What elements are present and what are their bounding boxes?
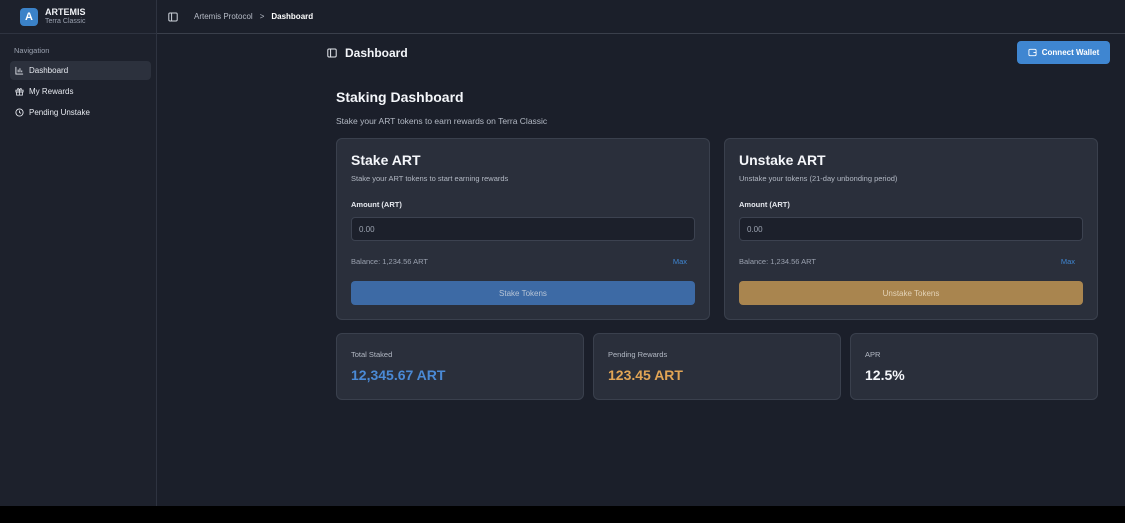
stat-label: Total Staked: [351, 350, 393, 359]
unstake-amount-input[interactable]: [739, 217, 1083, 241]
stat-card-pending-rewards: Pending Rewards 123.45 ART: [593, 333, 841, 400]
stat-value: 12.5%: [865, 367, 905, 383]
page-header: Dashboard: [327, 41, 1110, 65]
sidebar-item-pending-unstake[interactable]: Pending Unstake: [10, 103, 151, 122]
staking-intro: Staking Dashboard Stake your ART tokens …: [336, 89, 1098, 126]
stat-label: Pending Rewards: [608, 350, 668, 359]
clock-icon: [15, 108, 24, 117]
sidebar-item-dashboard[interactable]: Dashboard: [10, 61, 151, 80]
sidebar-item-label: Dashboard: [29, 66, 69, 75]
connect-wallet-button[interactable]: Connect Wallet: [1017, 41, 1110, 64]
app-window: A ARTEMIS Terra Classic Navigation Dashb…: [0, 0, 1125, 506]
content: Dashboard Connect Wallet Staking Dashboa…: [157, 34, 1125, 506]
gift-icon: [15, 87, 24, 96]
stake-max-button[interactable]: Max: [673, 257, 687, 266]
panel-icon: [327, 48, 337, 58]
unstake-max-button[interactable]: Max: [1061, 257, 1075, 266]
stake-amount-label: Amount (ART): [351, 200, 402, 209]
sidebar-item-label: My Rewards: [29, 87, 74, 96]
stake-balance: Balance: 1,234.56 ART: [351, 257, 428, 266]
stake-amount-input[interactable]: [351, 217, 695, 241]
stat-card-total-staked: Total Staked 12,345.67 ART: [336, 333, 584, 400]
unstake-balance: Balance: 1,234.56 ART: [739, 257, 816, 266]
unstake-tokens-button[interactable]: Unstake Tokens: [739, 281, 1083, 305]
breadcrumb-root[interactable]: Artemis Protocol: [194, 12, 253, 21]
bar-chart-icon: [15, 66, 24, 75]
breadcrumb-current: Dashboard: [271, 12, 314, 21]
section-subtitle: Stake your ART tokens to earn rewards on…: [336, 116, 548, 126]
brand-title: ARTEMIS: [45, 7, 86, 17]
sidebar: A ARTEMIS Terra Classic Navigation Dashb…: [0, 0, 157, 506]
stat-label: APR: [865, 350, 881, 359]
section-title: Staking Dashboard: [336, 89, 464, 105]
unstake-card: Unstake ART Unstake your tokens (21-day …: [724, 138, 1098, 320]
topbar: Artemis Protocol > Dashboard: [157, 0, 1125, 34]
sidebar-item-label: Pending Unstake: [29, 108, 90, 117]
brand[interactable]: A ARTEMIS Terra Classic: [0, 0, 156, 34]
stat-value: 12,345.67 ART: [351, 367, 446, 383]
stake-card-title: Stake ART: [351, 152, 421, 168]
main-area: Artemis Protocol > Dashboard Dashboard C…: [157, 0, 1125, 506]
stat-card-apr: APR 12.5%: [850, 333, 1098, 400]
brand-logo: A: [20, 7, 38, 26]
connect-wallet-label: Connect Wallet: [1041, 48, 1100, 57]
brand-text: ARTEMIS Terra Classic: [45, 7, 86, 26]
nav-heading: Navigation: [14, 46, 50, 55]
unstake-card-subtitle: Unstake your tokens (21-day unbonding pe…: [739, 174, 898, 183]
stake-tokens-button[interactable]: Stake Tokens: [351, 281, 695, 305]
page-title: Dashboard: [345, 46, 408, 60]
stake-card-subtitle: Stake your ART tokens to start earning r…: [351, 174, 509, 183]
stat-value: 123.45 ART: [608, 367, 683, 383]
breadcrumb-separator: >: [259, 12, 265, 21]
sidebar-toggle-icon[interactable]: [168, 12, 178, 22]
unstake-amount-label: Amount (ART): [739, 200, 790, 209]
unstake-card-title: Unstake ART: [739, 152, 826, 168]
stake-card: Stake ART Stake your ART tokens to start…: [336, 138, 710, 320]
sidebar-item-my-rewards[interactable]: My Rewards: [10, 82, 151, 101]
brand-subtitle: Terra Classic: [45, 18, 86, 25]
wallet-icon: [1028, 48, 1037, 57]
